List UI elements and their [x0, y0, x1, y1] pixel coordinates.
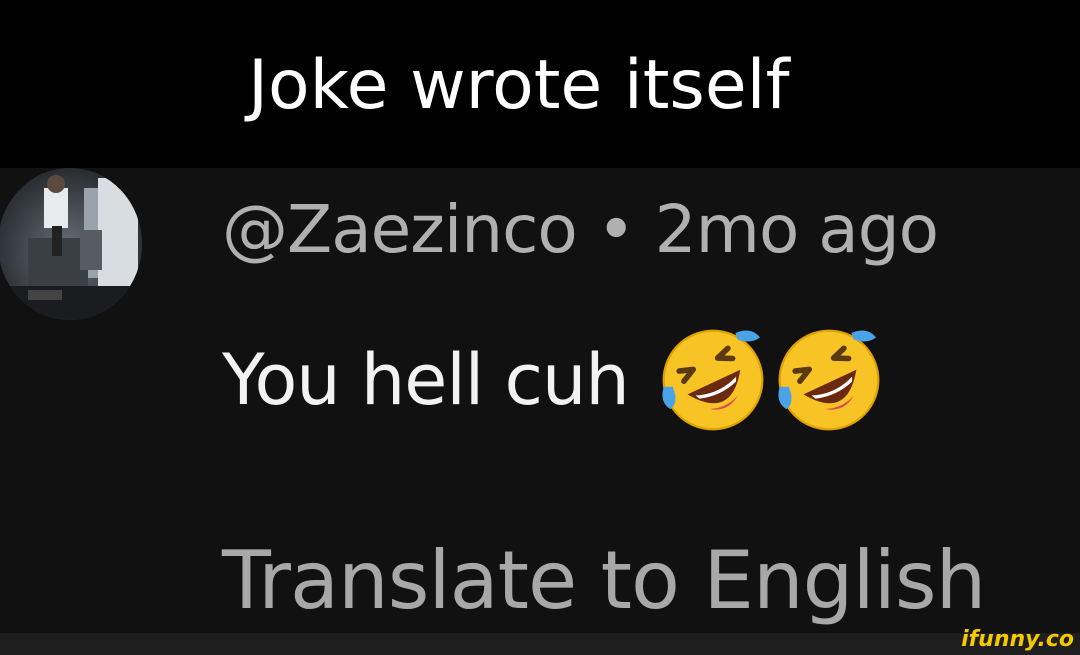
avatar-photo-icon [0, 168, 142, 320]
rolling-on-floor-laughing-emoji-icon [662, 329, 764, 431]
rolling-on-floor-laughing-emoji-icon [778, 329, 880, 431]
ifunny-watermark: ifunny.co [961, 627, 1074, 652]
meme-page: Joke wrote itself @Zaezinco • 2mo ago Yo… [0, 0, 1080, 655]
user-avatar[interactable] [0, 168, 142, 320]
translate-link[interactable]: Translate to English [222, 536, 986, 626]
user-handle[interactable]: @Zaezinco [222, 191, 578, 268]
meta-separator: • [596, 191, 636, 268]
comment-text: You hell cuh [222, 339, 630, 421]
meme-caption-banner: Joke wrote itself [0, 0, 1080, 168]
comment-meta: @Zaezinco • 2mo ago [222, 190, 939, 270]
meme-caption: Joke wrote itself [248, 46, 790, 125]
bottom-strip [0, 633, 1080, 655]
comment-timestamp: 2mo ago [654, 191, 939, 268]
comment-card: @Zaezinco • 2mo ago You hell cuh Transla… [0, 168, 1080, 633]
comment-body: You hell cuh [222, 324, 885, 436]
